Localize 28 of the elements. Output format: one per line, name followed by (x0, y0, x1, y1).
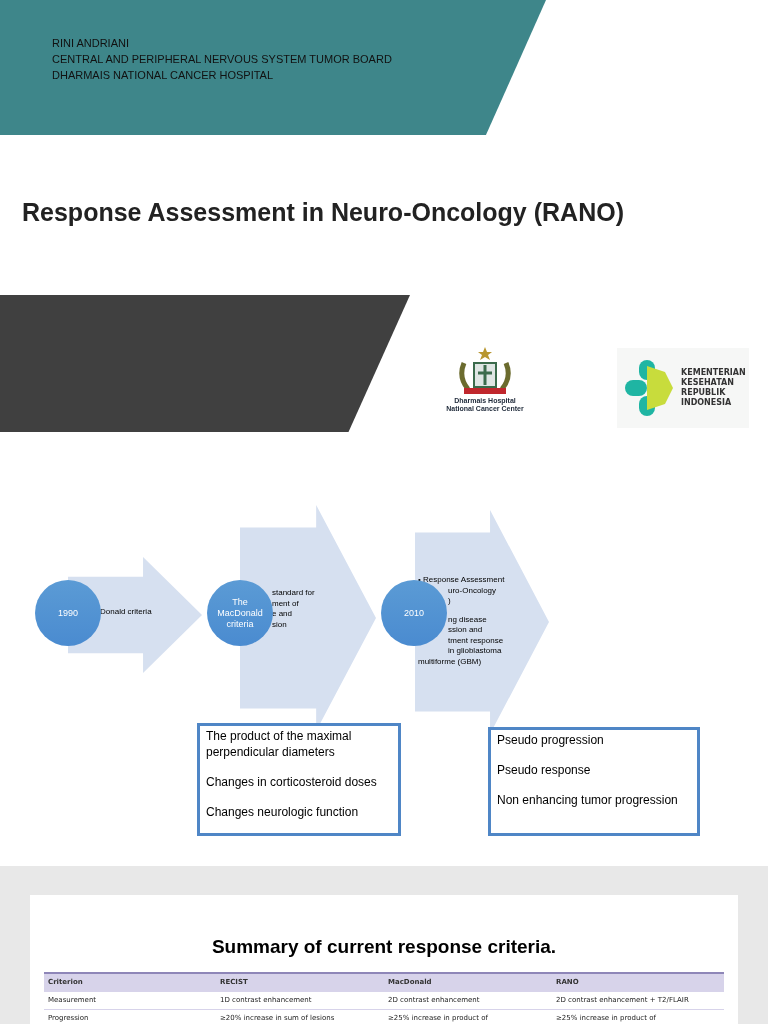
note-text: The product of the maximal perpendicular diameters (206, 728, 353, 760)
logo-text: KESEHATAN (681, 378, 735, 388)
note-text: Non enhancing tumor progression (497, 792, 679, 808)
logo-text: KEMENTERIAN (681, 368, 746, 378)
note-text: Pseudo progression (497, 732, 605, 748)
header-text: CENTRAL AND PERIPHERAL NERVOUS SYSTEM TUMOR BOARD (52, 52, 393, 67)
arrow-text: multiforme (GBM) (418, 656, 483, 667)
logo-text: INDONESIA (681, 398, 733, 408)
arrow-text: in glioblastoma (448, 646, 503, 657)
note-text: Pseudo response (497, 762, 592, 778)
header-text: DHARMAIS NATIONAL CANCER HOSPITAL (52, 68, 275, 83)
header-text: RINI ANDRIANI (52, 36, 130, 51)
arrow-text: ment of (272, 598, 300, 609)
arrow-text: standard for (272, 588, 315, 599)
arrow-text: ) (448, 596, 452, 607)
arrow-text: ng disease (448, 614, 488, 625)
note-text: Changes in corticosteroid doses (206, 774, 378, 790)
arrow-text: ssion and (448, 625, 484, 636)
arrow-text: tment response (448, 635, 505, 646)
logo-text: REPUBLIK (681, 388, 727, 398)
arrow-text: sion (272, 619, 288, 630)
arrow-text: uro-Oncology (448, 585, 498, 596)
arrow-text: e and (272, 609, 294, 620)
slide-title: Response Assessment in Neuro-Oncology (RANO) (22, 197, 624, 228)
arrow-text: • Response Assessment (418, 575, 505, 586)
note-text: Changes neurologic function (206, 804, 360, 820)
arrow-text: Donald criteria (100, 607, 152, 618)
summary-title: Summary of current response criteria. (211, 935, 557, 959)
